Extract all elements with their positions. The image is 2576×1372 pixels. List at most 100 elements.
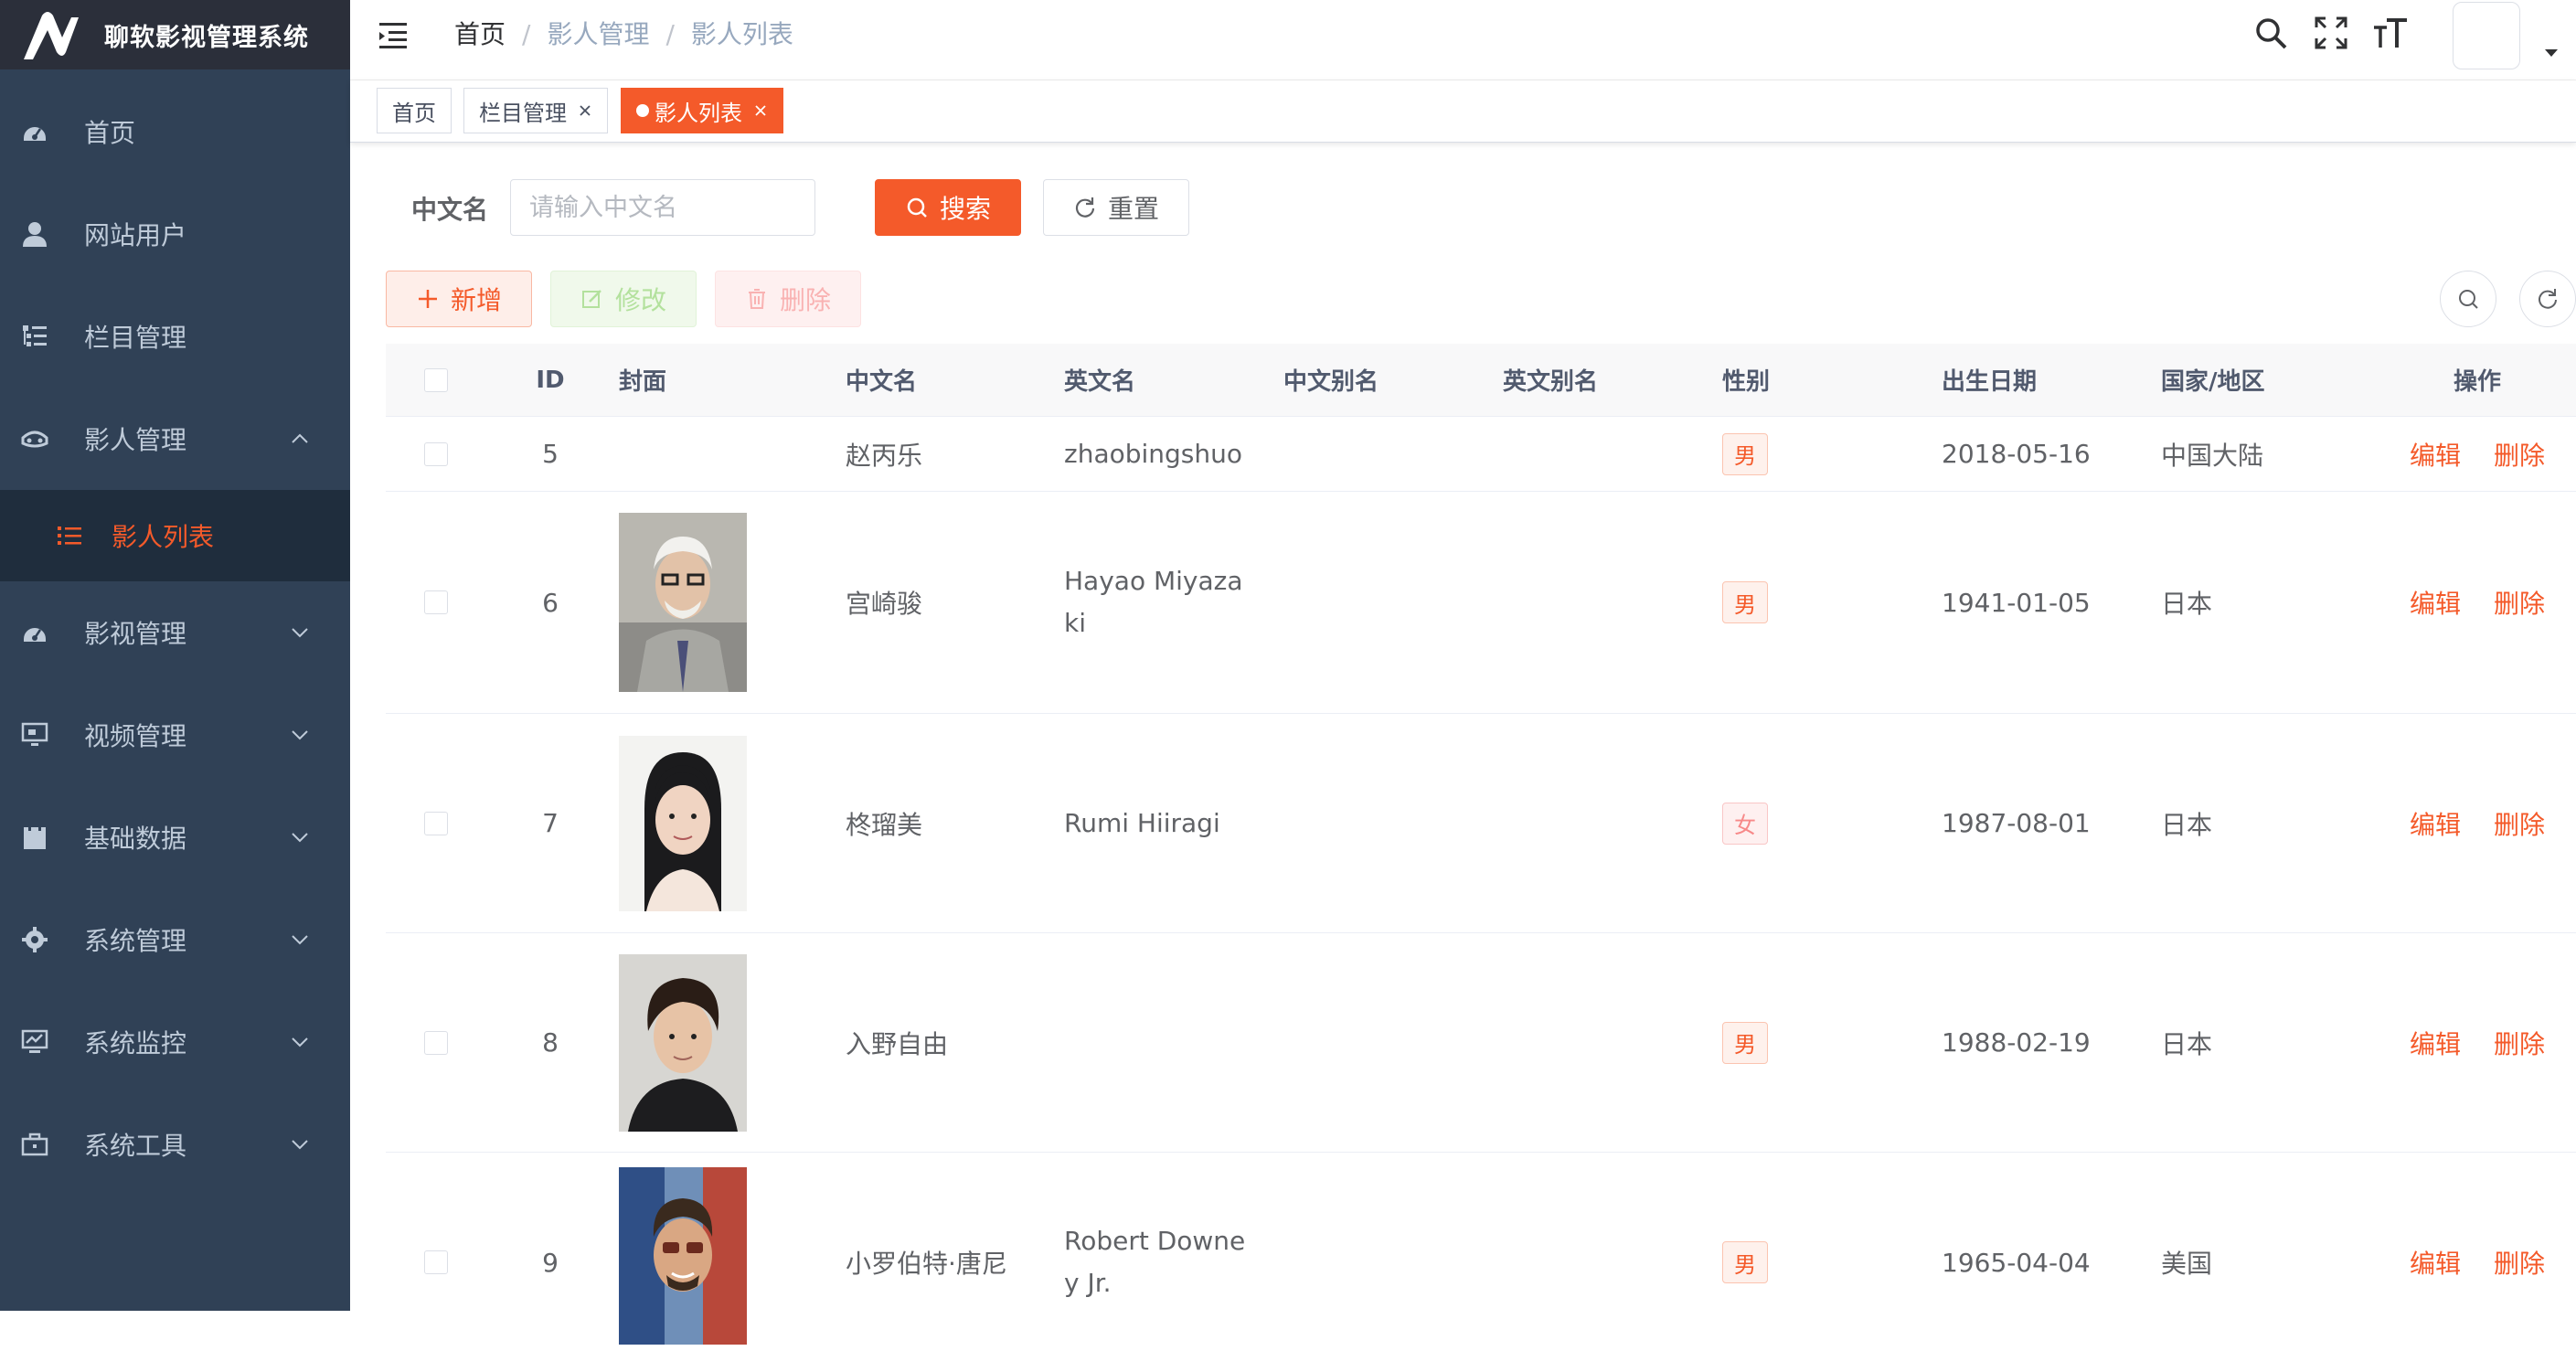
birth-value: 1987-08-01	[1942, 808, 2091, 838]
name-cn-value: 小罗伯特·唐尼	[846, 1249, 1007, 1279]
id-value: 7	[542, 808, 559, 838]
delete-link[interactable]: 删除	[2494, 584, 2545, 621]
birth-cell: 1987-08-01	[1942, 714, 2152, 932]
header-cell: 出生日期	[1942, 344, 2152, 416]
refresh-button[interactable]	[2519, 271, 2576, 327]
tags-view: 首页 栏目管理 影人列表	[350, 80, 2576, 143]
font-size-icon[interactable]	[2372, 15, 2409, 51]
add-button[interactable]: 新增	[386, 271, 532, 327]
name-en-value: Robert Downey Jr.	[1064, 1226, 1246, 1298]
edit-link[interactable]: 编辑	[2410, 1244, 2461, 1281]
name-cn-cell: 赵丙乐	[846, 417, 1056, 491]
search-button-label: 搜索	[939, 194, 991, 224]
avatar[interactable]	[2453, 2, 2520, 69]
row-checkbox[interactable]	[424, 1030, 448, 1055]
sidebar-item-basic-data[interactable]: 基础数据	[0, 786, 350, 888]
sidebar-item-system-tools[interactable]: 系统工具	[0, 1093, 350, 1196]
breadcrumb-item-current: 影人列表	[690, 19, 793, 49]
sidebar-item-label: 基础数据	[84, 824, 187, 854]
edit-link[interactable]: 编辑	[2410, 436, 2461, 473]
column-header: ID	[536, 366, 565, 394]
row-checkbox[interactable]	[424, 590, 448, 614]
row-checkbox[interactable]	[424, 441, 448, 466]
sidebar-item-film-management[interactable]: 影视管理	[0, 581, 350, 684]
edit-link[interactable]: 编辑	[2410, 1025, 2461, 1061]
sidebar-item-system-monitor[interactable]: 系统监控	[0, 991, 350, 1093]
id-cell: 7	[486, 714, 614, 932]
reset-button[interactable]: 重置	[1043, 179, 1189, 236]
cover-image[interactable]	[619, 735, 747, 911]
cover-image[interactable]	[619, 1167, 747, 1345]
sidebar-item-columns[interactable]: 栏目管理	[0, 285, 350, 388]
people-table: ID 封面 中文名 英文名 中文别名 英文别名 性别 出生日期 国家/地区 操作…	[386, 344, 2576, 1372]
trash-icon	[748, 289, 765, 309]
delete-button-label: 删除	[779, 285, 831, 315]
sidebar-item-system-management[interactable]: 系统管理	[0, 888, 350, 991]
close-icon[interactable]	[578, 103, 592, 118]
header-cell: 中文别名	[1283, 344, 1494, 416]
sidebar-subitem-people-list[interactable]: 影人列表	[0, 490, 350, 581]
header-cell: 性别	[1722, 344, 1932, 416]
region-value: 中国大陆	[2161, 440, 2264, 471]
birth-cell: 1941-01-05	[1942, 492, 2152, 713]
toggle-search-button[interactable]	[2440, 271, 2496, 327]
column-header: 性别	[1722, 368, 1771, 396]
sidebar-item-home[interactable]: 首页	[0, 80, 350, 183]
delete-link[interactable]: 删除	[2494, 1244, 2545, 1281]
column-header: 英文名	[1064, 368, 1136, 396]
birth-value: 1941-01-05	[1942, 587, 2091, 618]
tag-home[interactable]: 首页	[377, 88, 452, 133]
search-icon[interactable]	[2252, 15, 2289, 51]
row-checkbox[interactable]	[424, 1250, 448, 1274]
tree-table-icon	[20, 322, 49, 351]
select-all-checkbox[interactable]	[424, 367, 448, 392]
actions-cell: 编辑 删除	[2379, 417, 2576, 491]
name-en-cell: Hayao Miyazaki	[1064, 492, 1274, 713]
cover-image[interactable]	[619, 513, 747, 692]
row-checkbox[interactable]	[424, 811, 448, 835]
header-cell: 英文名	[1064, 344, 1274, 416]
tag-columns[interactable]: 栏目管理	[463, 88, 608, 133]
menu-fold-icon[interactable]	[378, 20, 410, 49]
edit-link[interactable]: 编辑	[2410, 584, 2461, 621]
name-en-value: Rumi Hiiragi	[1064, 807, 1220, 838]
fullscreen-icon[interactable]	[2313, 15, 2349, 51]
gear-icon	[20, 925, 49, 954]
guide-icon	[20, 424, 49, 453]
sidebar-item-label: 系统工具	[84, 1131, 187, 1161]
delete-link[interactable]: 删除	[2494, 1025, 2545, 1061]
name-cn-value: 柊瑠美	[846, 809, 923, 840]
cover-image[interactable]	[619, 953, 747, 1132]
gender-tag: 男	[1722, 581, 1768, 623]
region-cell: 中国大陆	[2161, 417, 2371, 491]
delete-link[interactable]: 删除	[2494, 436, 2545, 473]
id-cell: 8	[486, 933, 614, 1152]
search-button[interactable]: 搜索	[875, 179, 1021, 236]
birth-cell: 1988-02-19	[1942, 933, 2152, 1152]
brand: 聊软影视管理系统	[0, 0, 350, 69]
region-value: 日本	[2161, 809, 2213, 840]
tag-label: 栏目管理	[479, 100, 567, 126]
delete-button[interactable]: 删除	[715, 271, 861, 327]
actions-cell: 编辑 删除	[2379, 933, 2576, 1152]
select-cell	[386, 933, 486, 1152]
caret-down-icon[interactable]	[2543, 48, 2560, 58]
sidebar: 聊软影视管理系统 首页 网站用户 栏目管理 影人管理 影人列表 影视管理 视频管…	[0, 0, 350, 1311]
close-icon[interactable]	[753, 103, 768, 118]
search-input[interactable]	[510, 179, 815, 236]
delete-link[interactable]: 删除	[2494, 805, 2545, 842]
sidebar-item-site-users[interactable]: 网站用户	[0, 183, 350, 285]
edit-button[interactable]: 修改	[550, 271, 697, 327]
toolbox-icon	[20, 1130, 49, 1159]
column-header: 封面	[619, 368, 667, 396]
cover-cell	[619, 492, 838, 713]
breadcrumb-separator: /	[522, 19, 531, 49]
birth-cell: 2018-05-16	[1942, 417, 2152, 491]
edit-link[interactable]: 编辑	[2410, 805, 2461, 842]
breadcrumb-item-home[interactable]: 首页	[454, 19, 506, 49]
table-header: ID 封面 中文名 英文名 中文别名 英文别名 性别 出生日期 国家/地区 操作	[386, 344, 2576, 417]
sidebar-item-video-management[interactable]: 视频管理	[0, 684, 350, 786]
tag-people-list[interactable]: 影人列表	[621, 88, 783, 133]
sidebar-item-people-management[interactable]: 影人管理	[0, 388, 350, 490]
gender-tag: 女	[1722, 802, 1768, 845]
